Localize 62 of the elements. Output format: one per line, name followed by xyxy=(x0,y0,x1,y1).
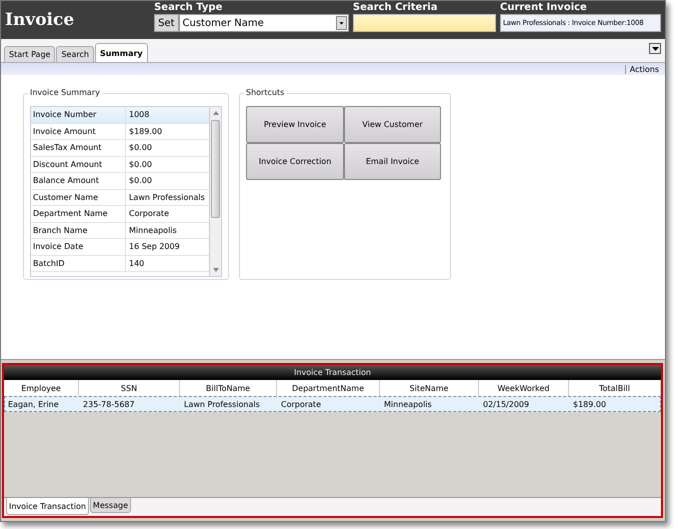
summary-row[interactable]: Invoice Date 16 Sep 2009 xyxy=(31,239,209,256)
field-name-cell: Balance Amount xyxy=(31,173,126,188)
search-type-dropdown[interactable]: Customer Name xyxy=(178,14,349,32)
summary-row[interactable]: SalesTax Amount $0.00 xyxy=(31,140,209,156)
field-value-cell-text: Lawn Professionals xyxy=(128,192,206,204)
panel-title: Invoice Transaction xyxy=(4,365,661,380)
field-name-cell: Invoice Number xyxy=(31,107,126,122)
summary-row[interactable]: Invoice Number 1008 xyxy=(31,107,209,124)
summary-row[interactable]: Balance Amount $0.00 xyxy=(31,173,209,190)
field-name-cell: SalesTax Amount xyxy=(31,140,126,156)
caret-icon xyxy=(336,16,347,30)
field-name-cell: Invoice Date xyxy=(31,239,126,254)
field-value-cell-text: 16 Sep 2009 xyxy=(128,241,181,253)
summary-row[interactable]: Department Name Corporate xyxy=(31,206,209,222)
table-cell-text: 235-78-5687 xyxy=(82,398,136,410)
shortcut-button[interactable]: Email Invoice xyxy=(344,143,441,180)
search-criteria-label: Search Criteria xyxy=(352,2,438,13)
tab[interactable]: Start Page xyxy=(4,46,56,62)
field-value-cell-text: $0.00 xyxy=(128,142,153,154)
app-title: Invoice xyxy=(5,9,76,32)
scrollbar[interactable] xyxy=(209,107,221,276)
group-title: Invoice Summary xyxy=(28,88,102,97)
group-title: Shortcuts xyxy=(244,88,286,97)
table-cell-text: Lawn Professionals xyxy=(183,398,261,410)
tab[interactable]: Summary xyxy=(94,43,148,62)
summary-row[interactable]: BatchID 140 xyxy=(31,256,209,272)
table-row[interactable]: Eagan, Erine 235-78-5687 Lawn Professionals Corporate Minneapolis 02/15/2009 $189.00 xyxy=(4,396,661,412)
field-name-cell: Department Name xyxy=(31,206,126,222)
table-cell-text: Minneapolis xyxy=(383,398,433,411)
tab[interactable]: Message xyxy=(90,498,131,513)
field-value-cell-text: $189.00 xyxy=(128,126,164,138)
caret-icon xyxy=(652,46,658,50)
shortcut-button[interactable]: Preview Invoice xyxy=(246,106,344,143)
table-cell-text: Corporate xyxy=(280,398,322,411)
set-button[interactable]: Set xyxy=(154,14,178,32)
search-type-label: Search Type xyxy=(154,2,224,13)
summary-row[interactable]: Invoice Amount $189.00 xyxy=(31,124,209,140)
field-value-cell-text: 140 xyxy=(128,258,146,270)
field-name-cell: Customer Name xyxy=(31,190,126,205)
search-criteria-field[interactable] xyxy=(352,14,496,32)
summary-row[interactable]: Branch Name Minneapolis xyxy=(31,222,209,239)
summary-row[interactable]: Discount Amount $0.00 xyxy=(31,156,209,173)
summary-row[interactable]: Customer Name Lawn Professionals xyxy=(31,190,209,206)
table-cell-text: 02/15/2009 xyxy=(482,398,530,410)
current-invoice-label: Current Invoice xyxy=(500,2,588,13)
field-value-cell-text: 1008 xyxy=(128,109,150,121)
field-value-cell-text: $0.00 xyxy=(128,175,153,187)
tab[interactable]: Search xyxy=(56,46,94,62)
field-name-cell: BatchID xyxy=(31,256,126,271)
table-cell-text: Eagan, Erine xyxy=(7,398,60,411)
tab[interactable]: Invoice Transaction xyxy=(6,498,89,515)
field-name-cell: Branch Name xyxy=(31,222,126,238)
actions-menu[interactable]: Actions xyxy=(624,64,661,74)
table-cell-text: $189.00 xyxy=(572,398,608,410)
shortcut-button[interactable]: Invoice Correction xyxy=(246,143,344,180)
dropdown-menu-button[interactable] xyxy=(649,43,661,54)
field-value-cell-text: Minneapolis xyxy=(128,224,178,237)
field-value-cell-text: $0.00 xyxy=(128,158,153,170)
field-name-cell: Invoice Amount xyxy=(31,124,126,139)
field-name-cell: Discount Amount xyxy=(31,156,126,172)
shortcut-button[interactable]: View Customer xyxy=(344,106,441,143)
field-value-cell-text: Corporate xyxy=(128,208,170,220)
